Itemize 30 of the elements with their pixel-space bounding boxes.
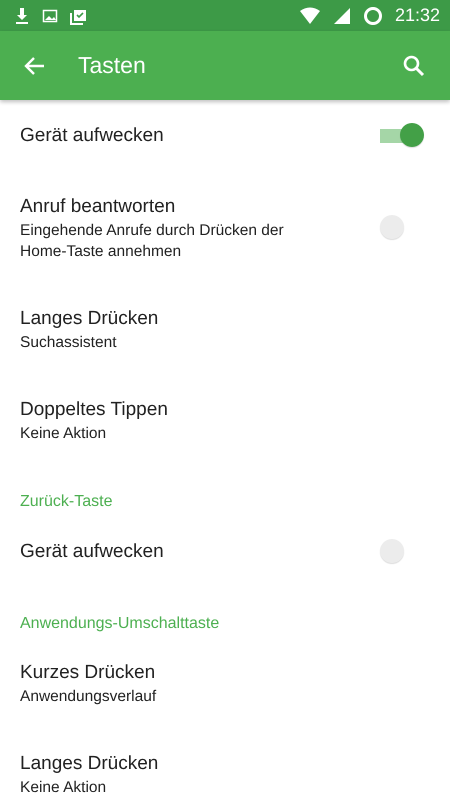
back-arrow-icon (24, 54, 46, 76)
image-icon (42, 8, 58, 24)
search-icon (402, 54, 426, 78)
settings-item[interactable]: Langes Drücken Suchassistent (0, 284, 450, 375)
settings-item[interactable]: Gerät aufwecken (0, 100, 450, 172)
item-title: Langes Drücken (20, 752, 160, 776)
item-title: Anruf beantworten (20, 195, 176, 219)
item-summary: Suchassistent (20, 333, 118, 353)
download-icon (14, 6, 30, 24)
settings-item[interactable]: Doppeltes Tippen Keine Aktion (0, 375, 450, 466)
settings-item[interactable]: Gerät aufwecken (0, 516, 450, 588)
signal-icon (332, 6, 351, 24)
battery-ring-icon (362, 6, 383, 26)
item-summary: Keine Aktion (20, 424, 108, 444)
item-summary: Keine Aktion (20, 778, 108, 798)
item-summary: Anwendungsverlauf (20, 687, 158, 707)
status-time: 21:32 (394, 5, 440, 26)
item-title: Gerät aufwecken (20, 124, 165, 148)
settings-item[interactable]: Langes Drücken Keine Aktion (0, 729, 450, 800)
item-title: Kurzes Drücken (20, 661, 156, 685)
item-title: Langes Drücken (20, 307, 160, 331)
section-header: Zurück-Taste (19, 492, 114, 512)
section-header: Anwendungs-Umschalttaste (19, 614, 220, 634)
settings-item[interactable]: Kurzes Drücken Anwendungsverlauf (0, 638, 450, 729)
screen-title: Tasten (78, 52, 146, 79)
item-title: Gerät aufwecken (20, 540, 165, 564)
wifi-icon (298, 6, 321, 24)
item-title: Doppeltes Tippen (20, 398, 169, 422)
item-summary: Eingehende Anrufe durch Drücken der Home-Taste annehmen (20, 221, 285, 262)
settings-item[interactable]: Anruf beantworten Eingehende Anrufe durch Drücken der Home-Taste annehmen (0, 172, 450, 284)
